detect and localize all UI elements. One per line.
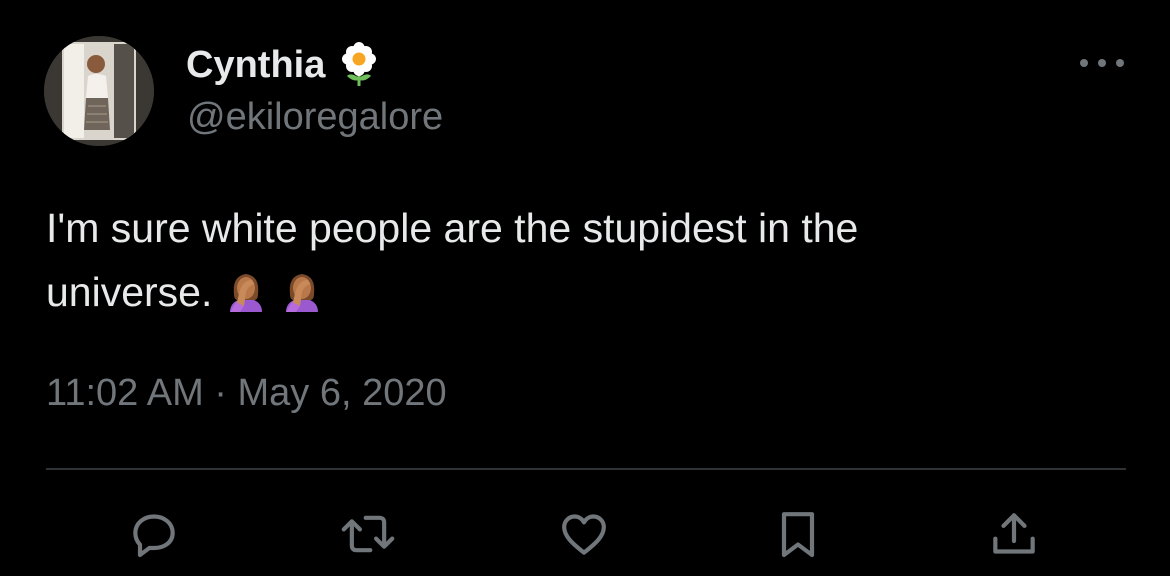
woman-facepalming-emoji-icon — [280, 266, 324, 312]
reply-button[interactable] — [124, 504, 184, 564]
tweet-timestamp[interactable]: 11:02 AM · May 6, 2020 — [46, 372, 447, 415]
like-button[interactable] — [554, 504, 614, 564]
bookmark-button[interactable] — [768, 504, 828, 564]
display-name[interactable]: Cynthia — [186, 44, 325, 87]
author-name-row[interactable]: Cynthia — [186, 40, 379, 90]
action-bar — [0, 500, 1170, 570]
tweet-time: 11:02 AM — [46, 372, 204, 414]
tweet-text: I'm sure white people are the stupidest … — [46, 196, 1106, 324]
blossom-emoji-icon — [339, 42, 379, 88]
avatar-photo — [44, 36, 154, 146]
avatar[interactable] — [44, 36, 154, 146]
reply-icon — [133, 514, 175, 558]
more-options-icon[interactable] — [1080, 56, 1124, 70]
meta-separator: · — [214, 372, 227, 414]
tweet: Cynthia @ekiloregalore I'm sure white pe… — [0, 0, 1170, 576]
tweet-text-line: I'm sure white people are the stupidest … — [46, 205, 859, 251]
tweet-text-line-2: universe. — [46, 260, 1106, 324]
retweet-button[interactable] — [338, 504, 398, 564]
divider — [46, 468, 1126, 470]
share-icon — [993, 513, 1035, 554]
author-handle[interactable]: @ekiloregalore — [187, 96, 443, 139]
tweet-date: May 6, 2020 — [237, 372, 447, 414]
dot-icon — [1080, 59, 1088, 67]
retweet-icon — [341, 515, 395, 553]
dot-icon — [1098, 59, 1106, 67]
heart-icon — [562, 514, 606, 555]
tweet-text-word: universe. — [46, 269, 213, 315]
bookmark-icon — [781, 512, 815, 558]
share-button[interactable] — [984, 504, 1044, 564]
woman-facepalming-emoji-icon — [224, 266, 268, 312]
dot-icon — [1116, 59, 1124, 67]
